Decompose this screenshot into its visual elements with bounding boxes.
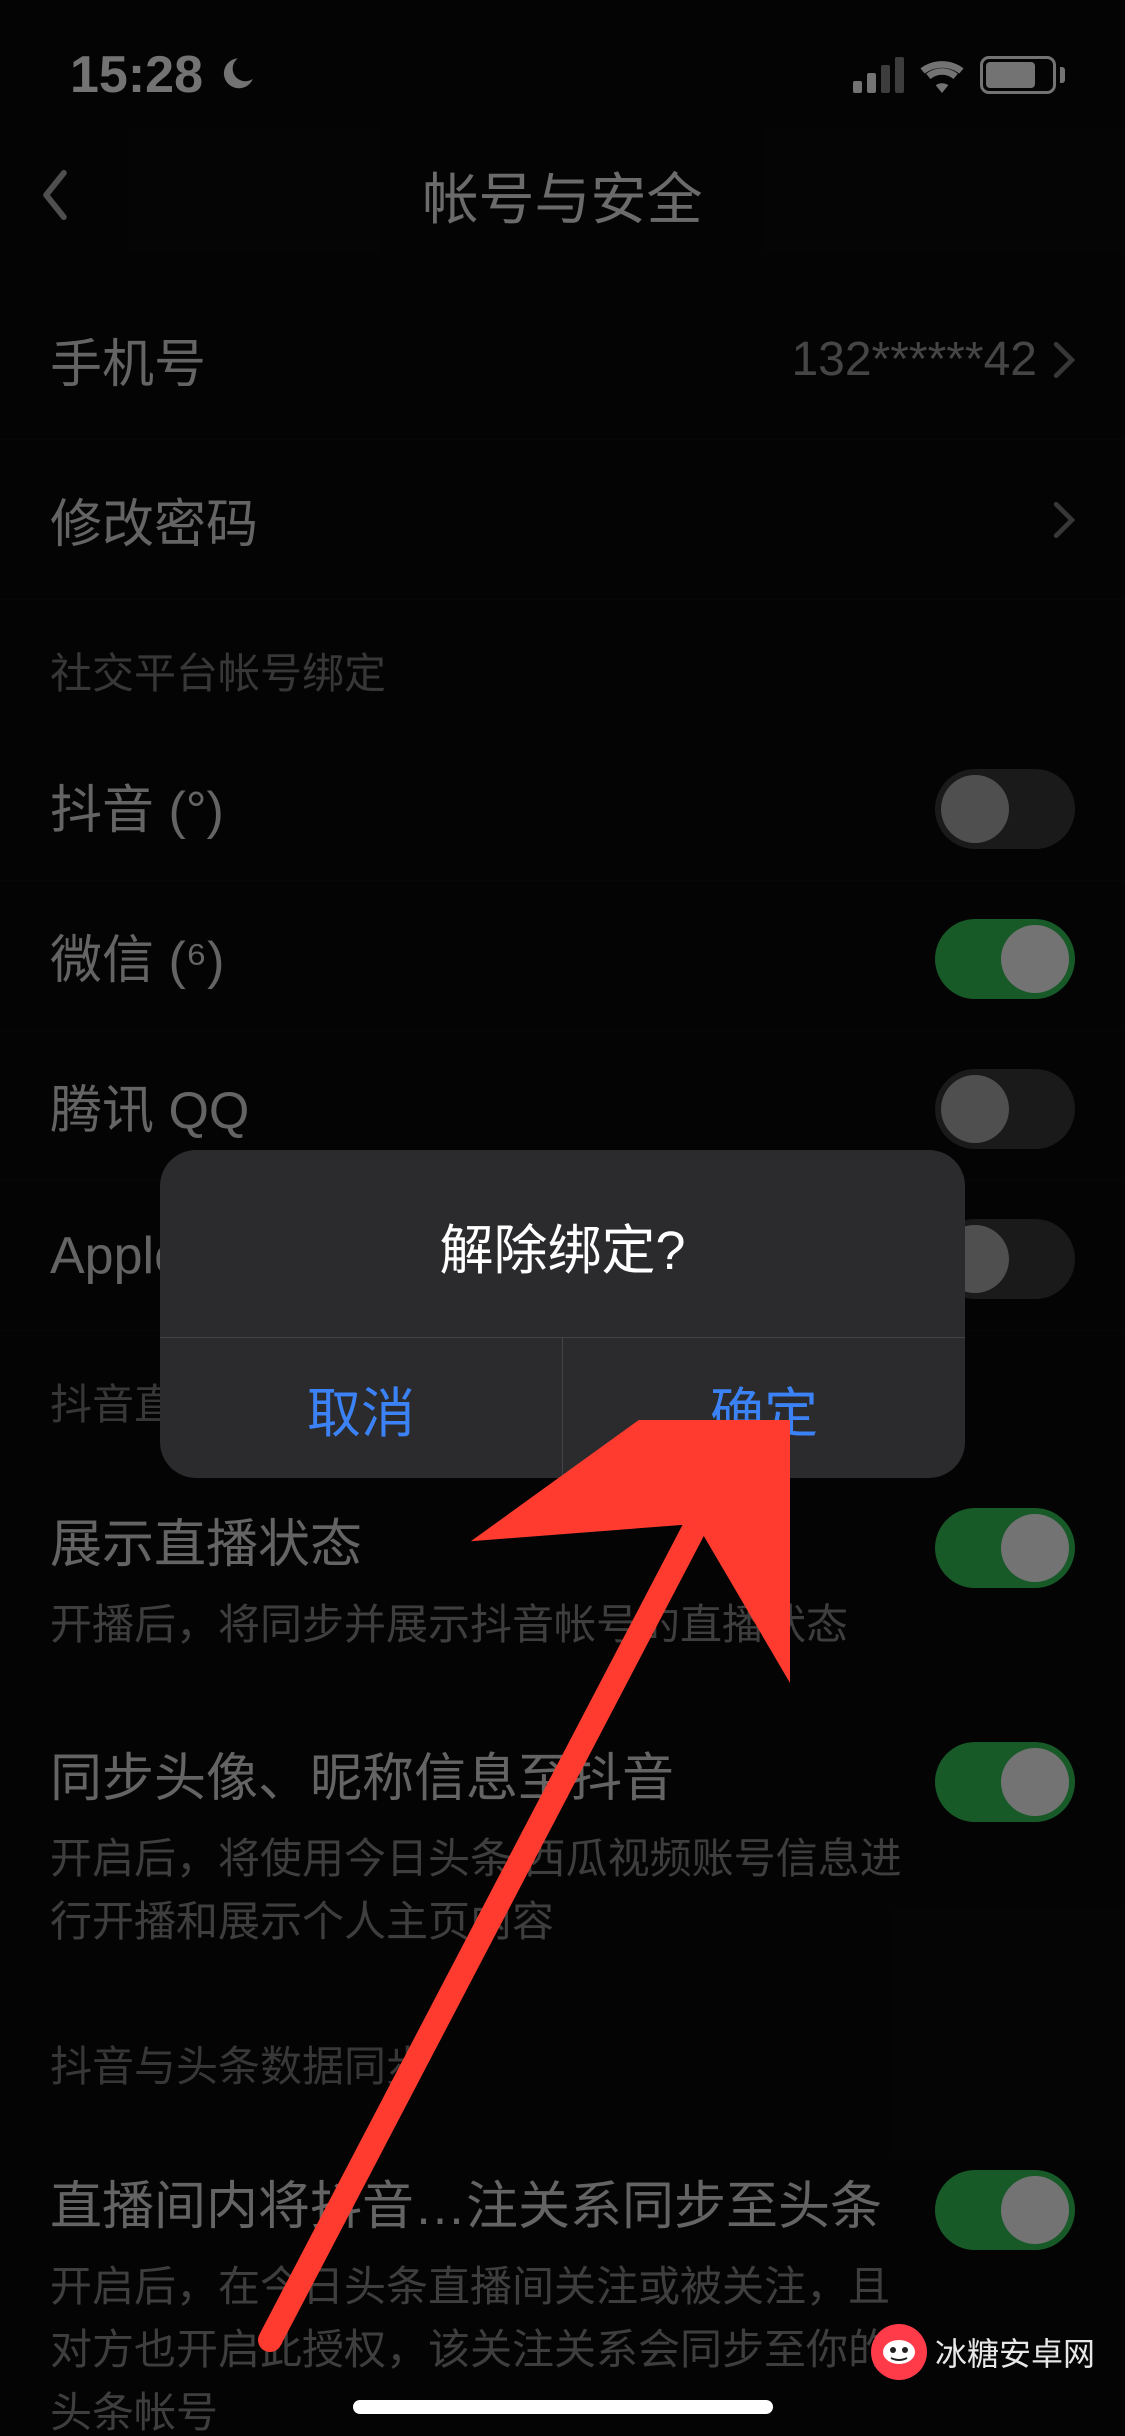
row-desc: 开播后，将同步并展示抖音帐号的直播状态 <box>50 1593 905 1656</box>
toggle-qq[interactable] <box>935 1069 1075 1149</box>
row-phone[interactable]: 手机号 132******42 <box>0 280 1125 440</box>
toggle-sync-avatar[interactable] <box>935 1742 1075 1822</box>
row-wechat: 微信 (⁶) <box>0 881 1125 1031</box>
row-desc: 开启后，将使用今日头条/西瓜视频账号信息进行开播和展示个人主页内容 <box>50 1827 905 1953</box>
confirm-button[interactable]: 确定 <box>563 1338 965 1478</box>
toggle-live-status[interactable] <box>935 1508 1075 1588</box>
row-sync-follow: 直播间内将抖音…注关系同步至头条 开启后，在今日头条直播间关注或被关注，且对方也… <box>0 2124 1125 2436</box>
cancel-button[interactable]: 取消 <box>160 1338 563 1478</box>
do-not-disturb-icon <box>217 55 257 95</box>
toggle-douyin[interactable] <box>935 769 1075 849</box>
row-title: 直播间内将抖音…注关系同步至头条 <box>50 2164 905 2239</box>
section-douyin-toutiao-sync: 抖音与头条数据同步 <box>0 1993 1125 2124</box>
row-live-status: 展示直播状态 开播后，将同步并展示抖音帐号的直播状态 <box>0 1462 1125 1696</box>
watermark-text: 冰糖安卓网 <box>935 2329 1095 2375</box>
row-label: 抖音 (°) <box>50 768 224 843</box>
wifi-icon <box>920 57 964 93</box>
row-douyin: 抖音 (°) <box>0 731 1125 881</box>
row-label: 微信 (⁶) <box>50 918 225 993</box>
chevron-right-icon <box>1053 501 1075 539</box>
cellular-signal-icon <box>853 57 904 93</box>
watermark-logo-icon <box>871 2324 927 2380</box>
section-social-binding: 社交平台帐号绑定 <box>0 600 1125 731</box>
toggle-wechat[interactable] <box>935 919 1075 999</box>
row-label: 修改密码 <box>50 482 258 557</box>
row-change-password[interactable]: 修改密码 <box>0 440 1125 600</box>
row-label: 腾讯 QQ <box>50 1068 249 1143</box>
status-time: 15:28 <box>70 45 203 105</box>
unbind-dialog: 解除绑定? 取消 确定 <box>160 1150 965 1478</box>
status-bar: 15:28 71 <box>0 0 1125 120</box>
row-sync-avatar: 同步头像、昵称信息至抖音 开启后，将使用今日头条/西瓜视频账号信息进行开播和展示… <box>0 1696 1125 1993</box>
row-title: 同步头像、昵称信息至抖音 <box>50 1736 905 1811</box>
toggle-sync-follow[interactable] <box>935 2170 1075 2250</box>
chevron-right-icon <box>1053 341 1075 379</box>
home-indicator[interactable] <box>353 2400 773 2414</box>
battery-indicator: 71 <box>980 56 1065 94</box>
page-title: 帐号与安全 <box>423 155 703 236</box>
row-label: 手机号 <box>50 322 206 397</box>
dialog-title: 解除绑定? <box>160 1150 965 1338</box>
row-title: 展示直播状态 <box>50 1502 905 1577</box>
nav-header: 帐号与安全 <box>0 140 1125 250</box>
back-button[interactable] <box>40 170 70 220</box>
phone-value: 132******42 <box>791 332 1037 387</box>
watermark: 冰糖安卓网 <box>871 2324 1095 2380</box>
